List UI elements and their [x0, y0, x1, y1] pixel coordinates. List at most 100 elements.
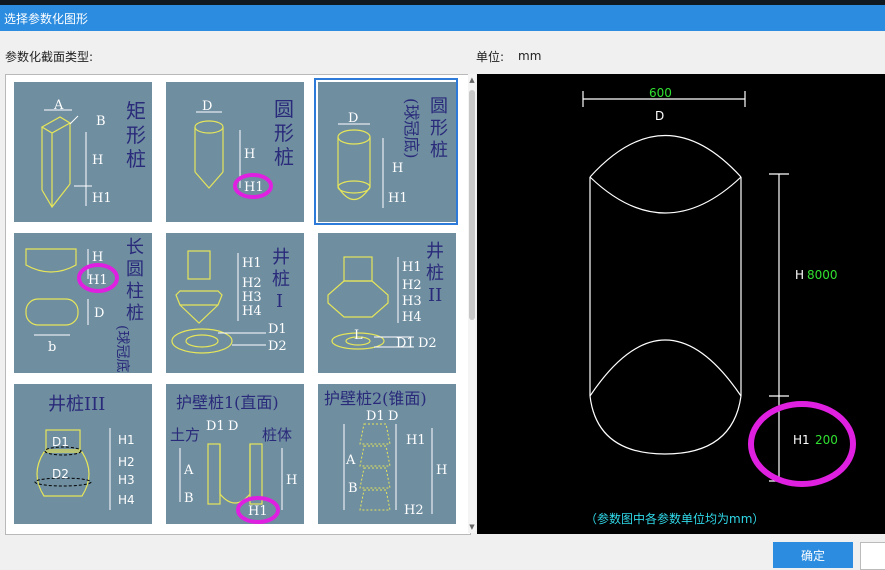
- dim-label: H: [92, 153, 103, 168]
- tile-retaining-pile-2[interactable]: 护壁桩2(锥面) D1 D H1 A B H H2: [310, 377, 462, 534]
- dim-label: H4: [118, 493, 135, 507]
- dim-label: H3: [242, 290, 262, 305]
- dim-label: H1: [118, 433, 135, 447]
- long-round-pile-diagram: H H1 D b 长 圆 柱 桩 (球冠底): [14, 233, 152, 373]
- tile-title: 形: [126, 123, 146, 147]
- cancel-button[interactable]: [860, 542, 885, 570]
- h1-label: H1: [793, 433, 810, 447]
- tile-round-pile-cap[interactable]: D H H1 圆 形 桩 (球冠底): [310, 75, 462, 226]
- dim-label: H2: [404, 503, 424, 518]
- dim-label: H1: [244, 180, 264, 195]
- h1-value: 200: [815, 433, 838, 447]
- dim-label: B: [184, 491, 194, 506]
- tile-title: 土方: [170, 426, 200, 444]
- tile-well-pile-1[interactable]: H1 H2 H3 H4 D1 D2 井 桩 I: [158, 226, 310, 377]
- dim-label: H: [392, 161, 403, 176]
- dim-label: D2: [418, 336, 437, 351]
- round-pile-diagram: D H H1 圆 形 桩: [166, 82, 304, 222]
- dim-label: A: [183, 463, 194, 478]
- tile-long-round-pile[interactable]: H H1 D b 长 圆 柱 桩 (球冠底): [6, 226, 158, 377]
- tile-subtitle: (球冠底): [114, 325, 130, 373]
- tile-title: 护壁桩2(锥面): [324, 389, 427, 408]
- tile-title: 护壁桩1(直面): [176, 393, 279, 412]
- well-pile-3-diagram: 井桩III D1 D2 H1 H2 H3 H4: [14, 384, 152, 524]
- scroll-down-arrow-icon[interactable]: ▼: [468, 523, 476, 531]
- well-pile-2-diagram: H1 H2 H3 H4 L D1 D2 井 桩 II: [318, 233, 456, 373]
- round-pile-cap-diagram: D H H1 圆 形 桩 (球冠底): [318, 82, 456, 222]
- dim-label: H: [244, 147, 255, 162]
- h-value: 8000: [807, 268, 838, 282]
- window-title: 选择参数化图形: [4, 12, 89, 26]
- gallery-scrollbar[interactable]: ▲ ▼: [468, 74, 476, 533]
- dim-label: D: [228, 419, 238, 434]
- tile-title: 井: [426, 241, 444, 262]
- tile-title: 桩: [274, 145, 294, 169]
- tile-rect-pile[interactable]: A B H H1 矩 形 桩: [6, 75, 158, 226]
- dim-label: D1: [268, 322, 287, 337]
- unit-value: mm: [518, 49, 542, 63]
- tile-title: 圆: [274, 97, 294, 121]
- dim-label: H3: [118, 473, 135, 487]
- tile-round-pile[interactable]: D H H1 圆 形 桩: [158, 75, 310, 226]
- dim-label: H1: [248, 504, 268, 519]
- tile-well-pile-3[interactable]: 井桩III D1 D2 H1 H2 H3 H4: [6, 377, 158, 534]
- dim-label: H3: [402, 294, 422, 309]
- dim-label: D: [202, 99, 212, 114]
- unit-note: （参数图中各参数单位均为mm）: [585, 511, 764, 526]
- tile-title: 井桩III: [48, 394, 105, 415]
- dim-label: H: [286, 473, 297, 488]
- dim-label: A: [53, 98, 64, 113]
- dim-label: H1: [402, 260, 422, 275]
- shape-gallery: A B H H1 矩 形 桩 D H H1 圆 形 桩 D H H1 圆 形 桩…: [5, 74, 471, 535]
- dim-label: L: [354, 328, 363, 343]
- tile-retaining-pile-1[interactable]: 护壁桩1(直面) 土方 桩体 D1 D A B H H1: [158, 377, 310, 534]
- dim-label: H1: [388, 191, 408, 206]
- tile-title: 矩: [126, 99, 146, 123]
- dim-label: H2: [118, 455, 135, 469]
- dim-label: D1: [396, 336, 415, 351]
- retaining-pile-1-diagram: 护壁桩1(直面) 土方 桩体 D1 D A B H H1: [166, 384, 304, 524]
- tile-title: II: [428, 285, 442, 306]
- dim-label: B: [96, 114, 106, 129]
- dim-label: D1: [366, 409, 385, 424]
- scroll-up-arrow-icon[interactable]: ▲: [468, 76, 476, 84]
- dim-label: H2: [402, 278, 422, 293]
- ok-button[interactable]: 确定: [773, 542, 853, 568]
- dim-label: H1: [88, 273, 108, 288]
- tile-title: 桩体: [262, 426, 292, 444]
- scrollbar-thumb[interactable]: [469, 90, 475, 320]
- dim-label: H4: [402, 310, 422, 325]
- tile-title: 桩: [272, 269, 290, 290]
- tile-title: 桩: [126, 147, 146, 171]
- preview-diagram: 600 D H 8000 H1 200 （参数图中各参数单位均为mm）: [582, 86, 856, 526]
- tile-title: 桩: [426, 263, 444, 284]
- d-value: 600: [649, 86, 672, 100]
- dim-label: D: [94, 306, 104, 321]
- d-label: D: [655, 109, 664, 123]
- title-bar: 选择参数化图形: [0, 5, 885, 31]
- rect-pile-diagram: A B H H1 矩 形 桩: [14, 82, 152, 222]
- retaining-pile-2-diagram: 护壁桩2(锥面) D1 D H1 A B H H2: [318, 384, 456, 524]
- tile-title: 圆: [126, 259, 144, 280]
- dim-label: A: [345, 453, 356, 468]
- dim-label: H2: [242, 276, 262, 291]
- preview-panel: 600 D H 8000 H1 200 （参数图中各参数单位均为mm）: [477, 74, 885, 534]
- tile-title: 井: [272, 247, 290, 268]
- h-label: H: [795, 268, 804, 282]
- tile-well-pile-2[interactable]: H1 H2 H3 H4 L D1 D2 井 桩 II: [310, 226, 462, 377]
- unit-label: 单位:: [476, 50, 505, 64]
- tile-title: 圆: [430, 96, 448, 117]
- tile-title: 形: [274, 121, 294, 145]
- tile-title: 桩: [430, 140, 448, 161]
- tile-title: 长: [126, 237, 144, 258]
- tile-subtitle: (球冠底): [402, 98, 421, 159]
- dim-label: D1: [52, 435, 69, 449]
- dim-label: H: [436, 463, 447, 478]
- dim-label: B: [348, 481, 358, 496]
- dim-label: D: [348, 111, 358, 126]
- dim-label: H4: [242, 304, 262, 319]
- dim-label: H1: [242, 256, 262, 271]
- tile-title: 形: [430, 118, 448, 139]
- dim-label: D2: [52, 467, 69, 481]
- tile-title: I: [276, 291, 283, 312]
